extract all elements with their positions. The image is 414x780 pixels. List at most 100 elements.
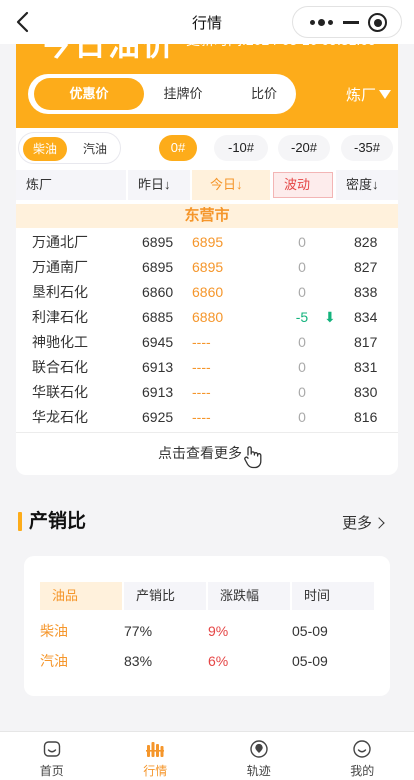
- density-value: 831: [354, 359, 378, 375]
- yesterday-price: 6860: [142, 284, 174, 300]
- price-table-card: 柴油 汽油 0# -10# -20# -35# 炼厂 昨日↓ 今日↓ 波动 密度…: [16, 128, 398, 475]
- price-wave: 0: [298, 384, 306, 400]
- chevron-right-icon: [373, 517, 385, 529]
- yesterday-price: 6945: [142, 334, 174, 350]
- factory-name: 利津石化: [32, 309, 88, 325]
- density-value: 834: [354, 309, 378, 325]
- ratio-row-time: 05-09: [292, 653, 328, 669]
- ratio-row-time: 05-09: [292, 623, 328, 639]
- location-icon: [250, 740, 268, 758]
- factory-name: 垦利石化: [32, 284, 88, 300]
- table-row[interactable]: 利津石化 6885 6880 -5 ⬇ 834: [16, 305, 398, 329]
- tab-compare-price[interactable]: 比价: [224, 78, 304, 110]
- fuel-type-toggle: 柴油 汽油: [18, 132, 121, 164]
- factory-name: 华联石化: [32, 384, 88, 400]
- factory-name: 万通北厂: [32, 234, 88, 250]
- density-value: 817: [354, 334, 378, 350]
- tab-label: 轨迹: [246, 764, 271, 778]
- profile-smile-icon: [353, 740, 371, 758]
- table-row[interactable]: 华联石化 6913 ---- 0 830: [16, 380, 398, 404]
- table-row[interactable]: 垦利石化 6860 6860 0 838: [16, 280, 398, 304]
- header-yesterday[interactable]: 昨日↓: [128, 170, 190, 200]
- price-type-tabs: 优惠价 挂牌价 比价: [28, 74, 296, 114]
- today-price: ----: [192, 409, 211, 425]
- bottom-tab-bar: 首页 行情 轨迹 我的: [0, 731, 414, 780]
- density-value: 827: [354, 259, 378, 275]
- ratio-header-ratio: 产销比: [124, 582, 206, 610]
- tab-listed-price[interactable]: 挂牌价: [136, 78, 230, 110]
- home-icon: [43, 741, 60, 757]
- yesterday-price: 6885: [142, 309, 174, 325]
- filter-icon: [379, 89, 392, 99]
- density-value: 830: [354, 384, 378, 400]
- tab-mine[interactable]: 我的: [311, 732, 414, 780]
- miniprogram-capsule: [292, 6, 402, 38]
- factory-name: 万通南厂: [32, 259, 88, 275]
- today-price: 6895: [192, 259, 224, 275]
- density-value: 816: [354, 409, 378, 425]
- table-row[interactable]: 华龙石化 6925 ---- 0 816: [16, 405, 398, 429]
- ratio-row-product: 汽油: [40, 653, 68, 669]
- ratio-row-change: 9%: [208, 623, 229, 639]
- header-wave: 波动: [273, 172, 333, 198]
- tab-market[interactable]: 行情: [104, 732, 208, 780]
- more-dots-icon[interactable]: [303, 7, 339, 37]
- today-price: ----: [192, 334, 211, 350]
- yesterday-price: 6913: [142, 359, 174, 375]
- today-price: ----: [192, 384, 211, 400]
- tab-label: 行情: [143, 764, 168, 778]
- factory-filter[interactable]: 炼厂: [346, 84, 392, 105]
- header-factory: 炼厂: [16, 170, 126, 200]
- table-row[interactable]: 万通南厂 6895 6895 0 827: [16, 255, 398, 279]
- view-more-link[interactable]: 点击查看更多: [16, 443, 398, 463]
- city-group-header: 东营市: [16, 204, 398, 228]
- table-header: 炼厂 昨日↓ 今日↓ 波动 密度↓: [16, 170, 398, 200]
- down-arrow-icon: ⬇: [324, 309, 336, 325]
- close-target-icon[interactable]: [368, 13, 387, 32]
- ratio-row-ratio: 83%: [124, 653, 153, 669]
- price-wave: 0: [298, 259, 306, 275]
- today-price: 6895: [192, 234, 224, 250]
- ratio-header-change: 涨跌幅: [208, 582, 290, 610]
- price-wave: 0: [298, 284, 306, 300]
- header-density[interactable]: 密度↓: [336, 170, 398, 200]
- today-price: ----: [192, 359, 211, 375]
- factory-name: 神驰化工: [32, 334, 88, 350]
- market-bars-icon: [146, 742, 165, 757]
- table-row[interactable]: 万通北厂 6895 6895 0 828: [16, 230, 398, 254]
- grade-0[interactable]: 0#: [159, 135, 197, 161]
- price-wave: -5: [295, 309, 309, 325]
- header-today[interactable]: 今日↓: [192, 170, 270, 200]
- ratio-header-time: 时间: [292, 582, 374, 610]
- price-wave: 0: [298, 409, 306, 425]
- ratio-row-ratio: 77%: [124, 623, 153, 639]
- table-row[interactable]: 联合石化 6913 ---- 0 831: [16, 355, 398, 379]
- today-price: 6880: [192, 309, 224, 325]
- today-price: 6860: [192, 284, 224, 300]
- tab-label: 首页: [39, 764, 64, 778]
- ratio-card: 油品 产销比 涨跌幅 时间 柴油 77% 9% 05-09 汽油 83% 6% …: [24, 556, 390, 696]
- fuel-gasoline-option[interactable]: 汽油: [73, 137, 117, 161]
- tab-home[interactable]: 首页: [0, 732, 104, 780]
- navigation-bar: 行情: [0, 0, 414, 44]
- fuel-diesel-option[interactable]: 柴油: [23, 137, 67, 161]
- yesterday-price: 6913: [142, 384, 174, 400]
- tab-label: 我的: [350, 764, 375, 778]
- minimize-icon[interactable]: [343, 21, 359, 24]
- ratio-more-link[interactable]: 更多: [342, 512, 385, 533]
- ratio-row-change: 6%: [208, 653, 229, 669]
- ratio-row-product: 柴油: [40, 623, 68, 639]
- factory-filter-label: 炼厂: [346, 87, 377, 104]
- grade-minus-20[interactable]: -20#: [278, 135, 330, 161]
- price-wave: 0: [298, 234, 306, 250]
- ratio-more-label: 更多: [342, 515, 373, 532]
- tab-discount-price[interactable]: 优惠价: [34, 78, 144, 110]
- ratio-title: 产销比: [29, 511, 87, 532]
- table-row[interactable]: 神驰化工 6945 ---- 0 817: [16, 330, 398, 354]
- divider: [16, 432, 398, 433]
- density-value: 838: [354, 284, 378, 300]
- grade-minus-10[interactable]: -10#: [214, 135, 268, 161]
- tab-track[interactable]: 轨迹: [207, 732, 311, 780]
- yesterday-price: 6925: [142, 409, 174, 425]
- grade-minus-35[interactable]: -35#: [341, 135, 393, 161]
